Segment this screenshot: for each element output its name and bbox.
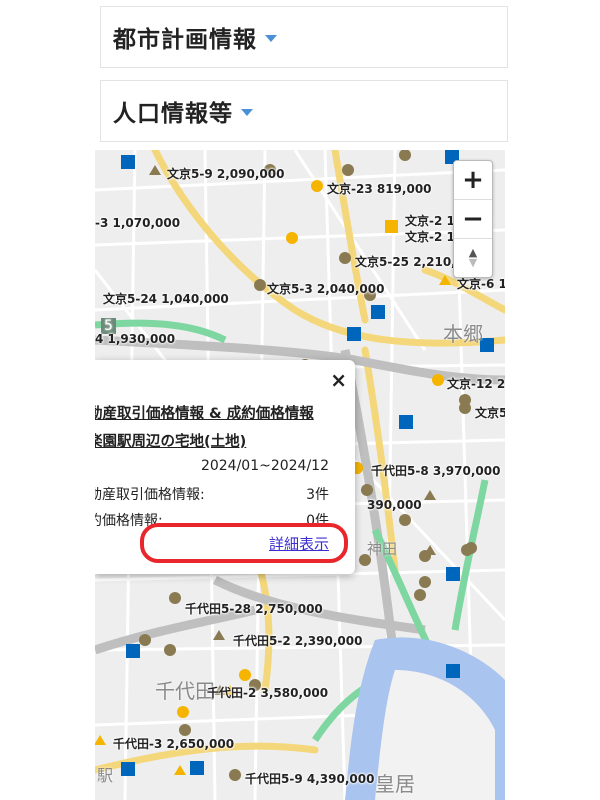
price-label[interactable]: 文京5-24 1,040,000 bbox=[103, 290, 229, 307]
price-label[interactable]: 文京5-25 2,210,0 bbox=[355, 253, 464, 270]
price-label[interactable]: 4 1,930,000 bbox=[95, 332, 175, 346]
price-label[interactable]: 千代田-2 3,580,000 bbox=[207, 684, 328, 701]
price-label[interactable]: 千代田5-28 2,750,000 bbox=[185, 600, 323, 617]
map-controls: + − ▲ ▼ bbox=[453, 160, 493, 278]
price-label[interactable]: 文京-23 819,000 bbox=[327, 180, 432, 197]
trade-label: 動産取引価格情報: bbox=[95, 487, 205, 503]
place-label: 皇居 bbox=[375, 772, 415, 796]
map[interactable]: 本郷 神田 千代田 皇居 駅 5 文京5-9 2,090,000 文京-23 8… bbox=[95, 150, 505, 800]
zoom-out-button[interactable]: − bbox=[454, 200, 492, 239]
price-label[interactable]: 千代田5-2 2,390,000 bbox=[233, 632, 362, 649]
popup-title[interactable]: 動産取引価格情報 & 成約価格情報 bbox=[95, 402, 314, 423]
price-label[interactable]: 文京5-9 2,090,000 bbox=[167, 165, 284, 182]
close-icon[interactable]: × bbox=[330, 368, 347, 392]
price-label[interactable]: 千代田-3 2,650,000 bbox=[113, 735, 234, 752]
place-label: 駅 bbox=[97, 766, 114, 785]
chevron-down-icon[interactable] bbox=[241, 108, 253, 116]
chevron-down-icon[interactable] bbox=[265, 34, 277, 42]
place-label: 神田 bbox=[367, 540, 398, 558]
popup-subtitle[interactable]: 楽園駅周辺の宅地(土地) bbox=[95, 430, 246, 451]
price-label[interactable]: 文京5-3 2,040,000 bbox=[267, 280, 384, 297]
place-label: 本郷 bbox=[443, 322, 483, 346]
zoom-in-button[interactable]: + bbox=[454, 161, 492, 200]
urban-planning-section[interactable]: 都市計画情報 bbox=[100, 6, 508, 68]
price-label[interactable]: 390,000 bbox=[367, 498, 422, 512]
price-label[interactable]: 千代田5-9 4,390,000 bbox=[245, 770, 374, 787]
highlight-ring bbox=[140, 523, 348, 563]
trade-count: 3件 bbox=[306, 487, 329, 503]
price-label[interactable]: 文京5 bbox=[475, 404, 505, 421]
population-title: 人口情報等 bbox=[113, 101, 233, 127]
price-label[interactable]: 文京-12 2 bbox=[447, 375, 505, 392]
place-label: 千代田 bbox=[155, 679, 215, 703]
compass-button[interactable]: ▲ ▼ bbox=[454, 239, 492, 277]
population-section[interactable]: 人口情報等 bbox=[100, 80, 508, 142]
price-label[interactable]: 千代田5-8 3,970,000 bbox=[371, 462, 500, 479]
urban-planning-title: 都市計画情報 bbox=[113, 27, 257, 53]
compass-south-icon: ▼ bbox=[468, 256, 478, 269]
popup-period: 2024/01~2024/12 bbox=[200, 458, 329, 474]
price-label[interactable]: -3 1,070,000 bbox=[95, 216, 180, 230]
